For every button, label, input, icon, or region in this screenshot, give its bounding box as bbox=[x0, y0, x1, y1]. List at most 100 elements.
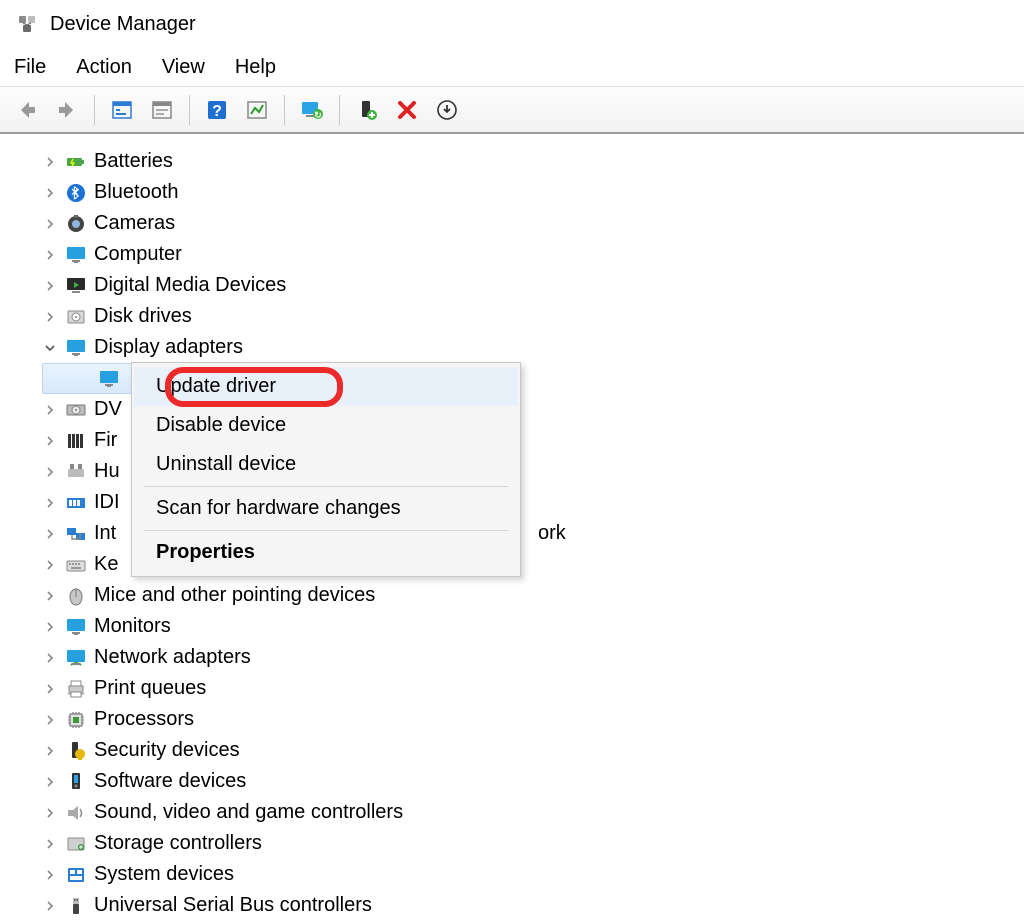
forward-button[interactable] bbox=[50, 93, 84, 127]
security-icon bbox=[64, 739, 88, 763]
chevron-right-icon[interactable] bbox=[42, 216, 58, 232]
battery-icon bbox=[64, 150, 88, 174]
netadp-icon bbox=[64, 646, 88, 670]
tree-node-monitor[interactable]: Monitors bbox=[42, 611, 1024, 642]
chevron-right-icon[interactable] bbox=[42, 433, 58, 449]
tree-node-label: Software devices bbox=[94, 770, 246, 793]
chevron-right-icon[interactable] bbox=[42, 650, 58, 666]
tree-node-disk[interactable]: Disk drives bbox=[42, 301, 1024, 332]
tree-node-label: Ke bbox=[94, 553, 118, 576]
tree-node-label: Sound, video and game controllers bbox=[94, 801, 403, 824]
chevron-right-icon[interactable] bbox=[42, 495, 58, 511]
tree-node-label: IDI bbox=[94, 491, 120, 514]
chevron-right-icon[interactable] bbox=[42, 247, 58, 263]
context-menu-item-scan-for-hardware-changes[interactable]: Scan for hardware changes bbox=[134, 489, 518, 528]
monitor-icon bbox=[64, 243, 88, 267]
menu-help[interactable]: Help bbox=[235, 56, 276, 79]
tree-node-mouse[interactable]: Mice and other pointing devices bbox=[42, 580, 1024, 611]
chevron-right-icon[interactable] bbox=[42, 557, 58, 573]
chevron-right-icon[interactable] bbox=[42, 774, 58, 790]
tree-node-storage[interactable]: Storage controllers bbox=[42, 828, 1024, 859]
scan-button[interactable] bbox=[240, 93, 274, 127]
tree-node-software[interactable]: Software devices bbox=[42, 766, 1024, 797]
help-button[interactable]: ? bbox=[200, 93, 234, 127]
ide-icon bbox=[64, 491, 88, 515]
tree-node-label: Hu bbox=[94, 460, 120, 483]
chevron-down-icon[interactable] bbox=[42, 340, 58, 356]
hid-icon bbox=[64, 460, 88, 484]
tree-node-printer[interactable]: Print queues bbox=[42, 673, 1024, 704]
chevron-right-icon[interactable] bbox=[42, 867, 58, 883]
monitor-icon bbox=[64, 615, 88, 639]
chevron-right-icon[interactable] bbox=[42, 836, 58, 852]
chevron-right-icon[interactable] bbox=[42, 619, 58, 635]
chevron-right-icon[interactable] bbox=[42, 743, 58, 759]
dvd-icon bbox=[64, 398, 88, 422]
bluetooth-icon bbox=[64, 181, 88, 205]
tree-node-label: Universal Serial Bus controllers bbox=[94, 894, 372, 917]
tree-node-label-tail: ork bbox=[538, 522, 566, 545]
chevron-right-icon[interactable] bbox=[42, 402, 58, 418]
chevron-right-icon[interactable] bbox=[42, 898, 58, 914]
tree-node-cpu[interactable]: Processors bbox=[42, 704, 1024, 735]
uninstall-device-button[interactable] bbox=[430, 93, 464, 127]
chevron-right-icon[interactable] bbox=[42, 464, 58, 480]
tree-node-label: DV bbox=[94, 398, 122, 421]
chevron-right-icon[interactable] bbox=[42, 278, 58, 294]
tree-node-netadp[interactable]: Network adapters bbox=[42, 642, 1024, 673]
chevron-right-icon[interactable] bbox=[42, 309, 58, 325]
context-menu-item-properties[interactable]: Properties bbox=[134, 533, 518, 572]
software-icon bbox=[64, 770, 88, 794]
context-menu-item-uninstall-device[interactable]: Uninstall device bbox=[134, 445, 518, 484]
update-driver-button[interactable]: ↻ bbox=[295, 93, 329, 127]
svg-text:↻: ↻ bbox=[314, 110, 322, 120]
back-button[interactable] bbox=[10, 93, 44, 127]
monitor-icon bbox=[64, 336, 88, 360]
tree-node-usb[interactable]: Universal Serial Bus controllers bbox=[42, 890, 1024, 921]
context-menu: Update driverDisable deviceUninstall dev… bbox=[131, 362, 521, 577]
tree-node-label: Int bbox=[94, 522, 116, 545]
tree-node-media[interactable]: Digital Media Devices bbox=[42, 270, 1024, 301]
tree-node-label: Print queues bbox=[94, 677, 206, 700]
tree-node-speaker[interactable]: Sound, video and game controllers bbox=[42, 797, 1024, 828]
app-icon bbox=[16, 13, 38, 35]
tree-node-security[interactable]: Security devices bbox=[42, 735, 1024, 766]
mouse-icon bbox=[64, 584, 88, 608]
media-icon bbox=[64, 274, 88, 298]
tree-node-label: Bluetooth bbox=[94, 181, 179, 204]
disable-device-button[interactable] bbox=[390, 93, 424, 127]
chevron-right-icon[interactable] bbox=[42, 154, 58, 170]
chevron-right-icon[interactable] bbox=[42, 526, 58, 542]
tree-node-label: Network adapters bbox=[94, 646, 251, 669]
chevron-right-icon[interactable] bbox=[42, 712, 58, 728]
menu-action[interactable]: Action bbox=[76, 56, 132, 79]
window-title: Device Manager bbox=[50, 13, 196, 36]
tree-node-bluetooth[interactable]: Bluetooth bbox=[42, 177, 1024, 208]
tree-node-monitor[interactable]: Computer bbox=[42, 239, 1024, 270]
enable-device-button[interactable] bbox=[350, 93, 384, 127]
tree-node-battery[interactable]: Batteries bbox=[42, 146, 1024, 177]
toolbar-separator bbox=[339, 95, 340, 125]
properties-button[interactable] bbox=[145, 93, 179, 127]
spacer bbox=[75, 371, 91, 387]
context-menu-item-update-driver[interactable]: Update driver bbox=[134, 367, 518, 406]
camera-icon bbox=[64, 212, 88, 236]
tree-node-label: Cameras bbox=[94, 212, 175, 235]
menu-file[interactable]: File bbox=[14, 56, 46, 79]
show-hidden-button[interactable] bbox=[105, 93, 139, 127]
menubar: File Action View Help bbox=[0, 48, 1024, 86]
chevron-right-icon[interactable] bbox=[42, 805, 58, 821]
chevron-right-icon[interactable] bbox=[42, 681, 58, 697]
context-menu-item-disable-device[interactable]: Disable device bbox=[134, 406, 518, 445]
keyboard-icon bbox=[64, 553, 88, 577]
toolbar: ? ↻ bbox=[0, 86, 1024, 134]
tree-node-system[interactable]: System devices bbox=[42, 859, 1024, 890]
speaker-icon bbox=[64, 801, 88, 825]
menu-view[interactable]: View bbox=[162, 56, 205, 79]
tree-node-camera[interactable]: Cameras bbox=[42, 208, 1024, 239]
tree-node-label: Mice and other pointing devices bbox=[94, 584, 375, 607]
tree-node-monitor[interactable]: Display adapters bbox=[42, 332, 1024, 363]
chevron-right-icon[interactable] bbox=[42, 588, 58, 604]
chevron-right-icon[interactable] bbox=[42, 185, 58, 201]
tree-node-label: Fir bbox=[94, 429, 117, 452]
